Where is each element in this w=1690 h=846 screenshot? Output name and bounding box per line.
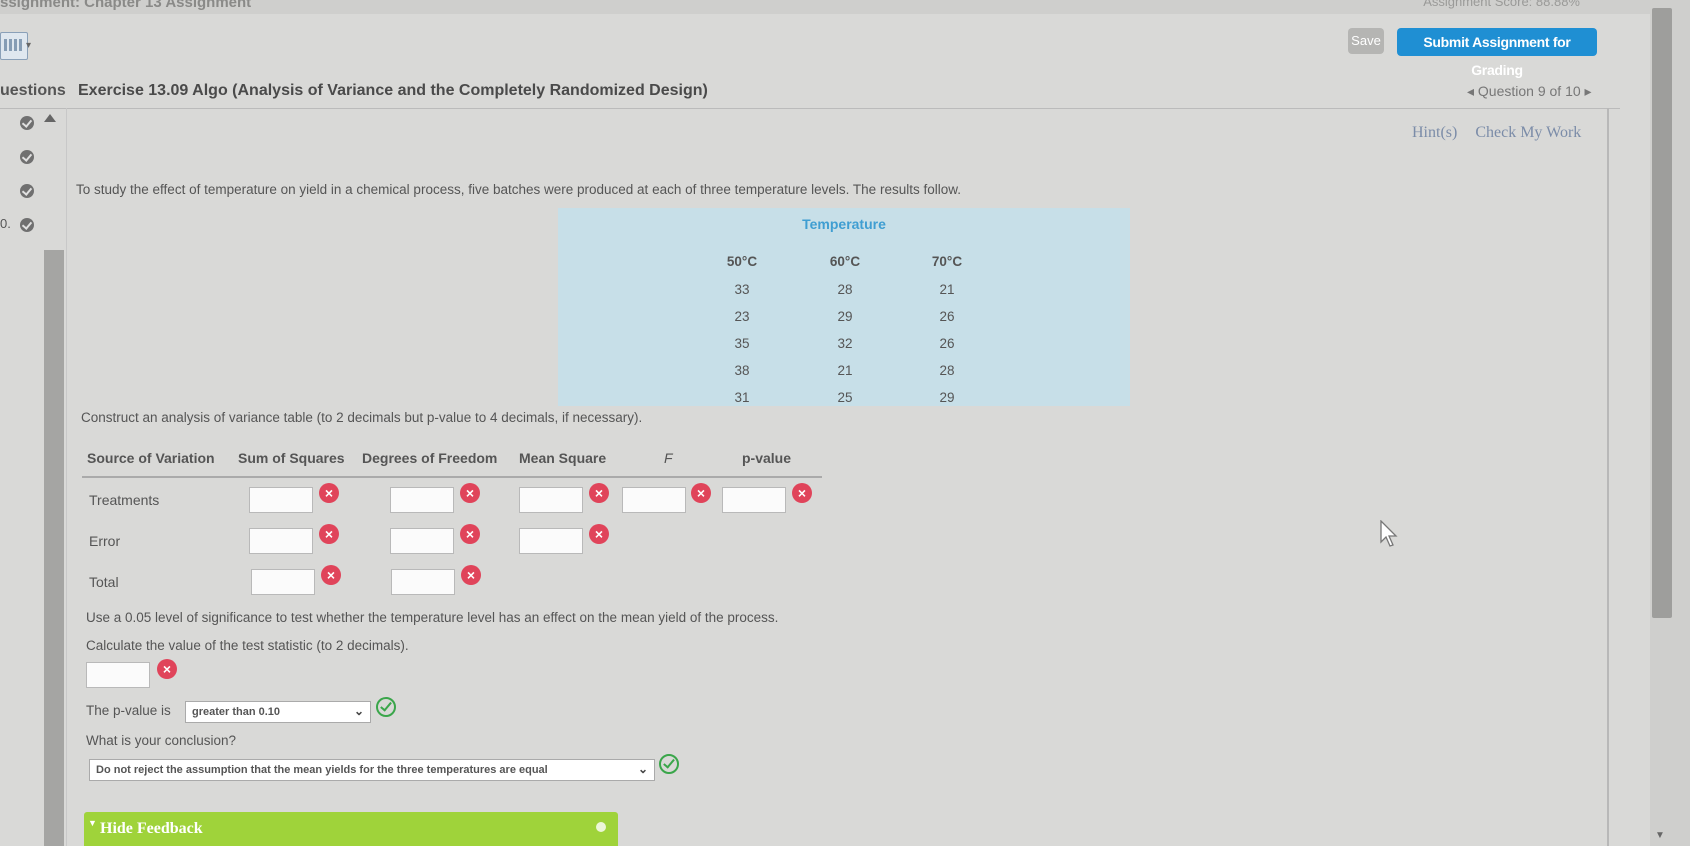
column-header: 50°C	[726, 254, 758, 269]
conclusion-select[interactable]: Do not reject the assumption that the me…	[89, 759, 655, 781]
table-cell: 32	[837, 336, 853, 351]
table-cell: 26	[939, 309, 955, 324]
row-label-total: Total	[89, 574, 119, 590]
incorrect-icon: ×	[589, 483, 609, 503]
tab-questions[interactable]: uestions	[0, 74, 66, 108]
incorrect-icon: ×	[157, 659, 177, 679]
table-column: 60°C 28 29 32 21 25	[815, 248, 875, 411]
chevron-down-icon: ⌄	[637, 762, 648, 776]
exercise-title: Exercise 13.09 Algo (Analysis of Varianc…	[78, 82, 708, 99]
temperature-data-table: Temperature 50°C 33 23 35 38 31 60°C 28 …	[558, 208, 1130, 406]
incorrect-icon: ×	[691, 483, 711, 503]
test-statistic-prompt: Calculate the value of the test statisti…	[86, 638, 409, 653]
anova-table-header: Source of Variation Sum of Squares Degre…	[82, 448, 822, 478]
header-mean-square: Mean Square	[519, 450, 607, 466]
header-f: F	[664, 450, 673, 466]
p-value-select[interactable]: greater than 0.10 ⌄	[185, 701, 371, 723]
table-title: Temperature	[802, 216, 886, 232]
sidebar-scroll-up-icon[interactable]	[44, 114, 56, 122]
feedback-toggle-icon[interactable]	[596, 822, 606, 832]
sidebar-item-check-icon[interactable]	[20, 184, 34, 198]
hint-links: Hint(s) Check My Work	[1412, 124, 1595, 142]
table-cell: 29	[837, 309, 853, 324]
hide-feedback-bar[interactable]: ▼ Hide Feedback	[84, 812, 618, 846]
incorrect-icon: ×	[792, 483, 812, 503]
p-value-label: The p-value is	[86, 703, 171, 718]
column-header: 70°C	[931, 254, 963, 269]
question-navigation[interactable]: ◂ Question 9 of 10 ▸	[1467, 74, 1592, 108]
table-cell: 38	[734, 363, 750, 378]
treatments-df-input[interactable]	[390, 487, 454, 513]
chevron-down-icon: ⌄	[353, 704, 364, 718]
top-strip: ssignment: Chapter 13 Assignment Assignm…	[0, 0, 1690, 14]
table-column: 70°C 21 26 26 28 29	[917, 248, 977, 411]
scroll-down-icon[interactable]: ▼	[1655, 830, 1665, 841]
table-cell: 33	[734, 282, 750, 297]
calculator-icon[interactable]	[0, 32, 28, 60]
error-ms-input[interactable]	[519, 528, 583, 554]
table-cell: 28	[939, 363, 955, 378]
assignment-score: Assignment Score: 88.88%	[1423, 0, 1580, 9]
test-statistic-input[interactable]	[86, 662, 150, 688]
significance-text: Use a 0.05 level of significance to test…	[86, 610, 779, 625]
assignment-title: ssignment: Chapter 13 Assignment	[0, 0, 252, 11]
check-my-work-link[interactable]: Check My Work	[1475, 124, 1581, 141]
table-cell: 25	[837, 390, 853, 405]
header-degrees-of-freedom: Degrees of Freedom	[362, 450, 498, 466]
sidebar-item-check-icon[interactable]	[20, 218, 34, 232]
table-cell: 21	[837, 363, 853, 378]
incorrect-icon: ×	[321, 565, 341, 585]
submit-assignment-button[interactable]: Submit Assignment for Grading	[1397, 28, 1597, 78]
header-p-value: p-value	[742, 450, 792, 466]
table-cell: 35	[734, 336, 750, 351]
p-value-selected: greater than 0.10	[192, 706, 281, 718]
row-label-error: Error	[89, 533, 121, 549]
incorrect-icon: ×	[319, 524, 339, 544]
sidebar-item-check-icon[interactable]	[20, 150, 34, 164]
total-df-input[interactable]	[391, 569, 455, 595]
sidebar-item-number: 0.	[0, 216, 11, 231]
column-header: 60°C	[829, 254, 861, 269]
sidebar-item-check-icon[interactable]	[20, 116, 34, 130]
error-df-input[interactable]	[390, 528, 454, 554]
correct-icon	[376, 697, 396, 717]
header-sum-of-squares: Sum of Squares	[238, 450, 345, 466]
question-header: uestions Exercise 13.09 Algo (Analysis o…	[0, 74, 1620, 109]
treatments-f-input[interactable]	[622, 487, 686, 513]
treatments-ms-input[interactable]	[519, 487, 583, 513]
treatments-ss-input[interactable]	[249, 487, 313, 513]
question-intro: To study the effect of temperature on yi…	[76, 182, 961, 197]
save-button[interactable]: Save	[1348, 28, 1384, 54]
calculator-caret-icon[interactable]: ▾	[26, 40, 31, 51]
incorrect-icon: ×	[461, 565, 481, 585]
header-source: Source of Variation	[87, 450, 215, 466]
collapse-triangle-icon: ▼	[88, 818, 97, 828]
table-cell: 28	[837, 282, 853, 297]
incorrect-icon: ×	[460, 524, 480, 544]
row-label-treatments: Treatments	[89, 492, 160, 508]
table-cell: 29	[939, 390, 955, 405]
treatments-p-value-input[interactable]	[722, 487, 786, 513]
table-column: 50°C 33 23 35 38 31	[712, 248, 772, 411]
table-cell: 31	[734, 390, 750, 405]
conclusion-question: What is your conclusion?	[86, 733, 237, 748]
sidebar-scrollbar[interactable]	[44, 250, 64, 846]
conclusion-selected: Do not reject the assumption that the me…	[96, 764, 548, 776]
hints-link[interactable]: Hint(s)	[1412, 124, 1457, 141]
anova-instruction: Construct an analysis of variance table …	[81, 410, 643, 425]
page-scrollbar[interactable]	[1652, 8, 1672, 618]
table-cell: 23	[734, 309, 750, 324]
total-ss-input[interactable]	[251, 569, 315, 595]
error-ss-input[interactable]	[249, 528, 313, 554]
table-cell: 21	[939, 282, 955, 297]
incorrect-icon: ×	[319, 483, 339, 503]
incorrect-icon: ×	[460, 483, 480, 503]
incorrect-icon: ×	[589, 524, 609, 544]
hide-feedback-label: Hide Feedback	[100, 820, 203, 837]
correct-icon	[659, 754, 679, 774]
table-cell: 26	[939, 336, 955, 351]
